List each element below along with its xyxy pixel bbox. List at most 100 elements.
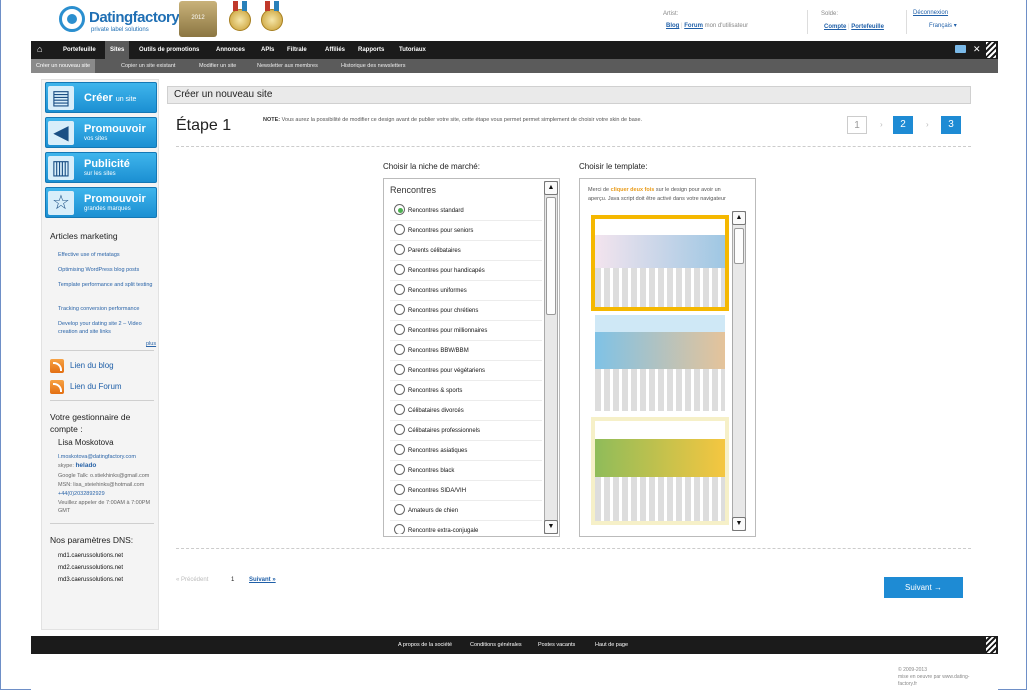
niche-option[interactable]: Rencontres black bbox=[390, 461, 542, 481]
niche-option[interactable]: Célibataires professionnels bbox=[390, 421, 542, 441]
niche-option[interactable]: Rencontres BBW/BBM bbox=[390, 341, 542, 361]
radio-button[interactable] bbox=[394, 204, 405, 215]
radio-button[interactable] bbox=[394, 524, 405, 534]
radio-button[interactable] bbox=[394, 384, 405, 395]
star-icon: ☆ bbox=[48, 191, 74, 215]
radio-button[interactable] bbox=[394, 244, 405, 255]
article-link[interactable]: Optimising WordPress blog posts bbox=[58, 266, 153, 274]
logout-link[interactable]: Déconnexion bbox=[913, 10, 948, 16]
blog-rss-link[interactable]: Lien du blog bbox=[70, 361, 114, 370]
niche-option[interactable]: Rencontres pour végétariens bbox=[390, 361, 542, 381]
radio-button[interactable] bbox=[394, 484, 405, 495]
niche-option[interactable]: Rencontres standard bbox=[390, 201, 542, 221]
compte-link[interactable]: Compte bbox=[824, 24, 846, 30]
article-link[interactable]: Template performance and split testing bbox=[58, 281, 153, 289]
blog-link[interactable]: Blog bbox=[666, 23, 679, 29]
step-3[interactable]: 3 bbox=[941, 116, 961, 134]
nav-item-sites[interactable]: Sites bbox=[105, 41, 130, 59]
subnav-item-newsletter-history[interactable]: Historique des newsletters bbox=[341, 59, 406, 73]
rss-icon bbox=[50, 380, 64, 394]
niche-option[interactable]: Rencontre extra-conjugale bbox=[390, 521, 542, 534]
article-link[interactable]: Develop your dating site 2 – Video creat… bbox=[58, 320, 153, 336]
scroll-up-icon[interactable]: ▲ bbox=[732, 211, 746, 225]
nav-item-affilies[interactable]: Affiliés bbox=[325, 41, 345, 59]
niche-option[interactable]: Rencontres pour chrétiens bbox=[390, 301, 542, 321]
radio-button[interactable] bbox=[394, 284, 405, 295]
subnav-item-newsletter[interactable]: Newsletter aux membres bbox=[257, 59, 318, 73]
nav-item-tutoriaux[interactable]: Tutoriaux bbox=[399, 41, 426, 59]
scroll-down-icon[interactable]: ▼ bbox=[732, 517, 746, 531]
next-button[interactable]: Suivant → bbox=[884, 577, 963, 598]
promote-brands-button[interactable]: ☆ Promouvoir grandes marques bbox=[45, 187, 157, 218]
step-2[interactable]: 2 bbox=[893, 116, 913, 134]
scroll-up-icon[interactable]: ▲ bbox=[544, 181, 558, 195]
niche-option[interactable]: Parents célibataires bbox=[390, 241, 542, 261]
radio-button[interactable] bbox=[394, 304, 405, 315]
scrollbar[interactable]: ▲ ▼ bbox=[732, 211, 746, 531]
subnav-item-create-site[interactable]: Créer un nouveau site bbox=[31, 59, 96, 73]
step-1[interactable]: 1 bbox=[847, 116, 867, 134]
radio-button[interactable] bbox=[394, 404, 405, 415]
logo[interactable]: Datingfactory private label solutions bbox=[59, 5, 180, 37]
more-articles-link[interactable]: plus bbox=[146, 340, 156, 348]
scrollbar[interactable]: ▲ ▼ bbox=[544, 181, 558, 534]
radio-button[interactable] bbox=[394, 224, 405, 235]
manager-email-link[interactable]: l.moskotova@datingfactory.com bbox=[58, 454, 136, 460]
next-link[interactable]: Suivant » bbox=[249, 577, 276, 583]
niche-option[interactable]: Rencontres & sports bbox=[390, 381, 542, 401]
niche-option[interactable]: Célibataires divorcés bbox=[390, 401, 542, 421]
home-icon[interactable]: ⌂ bbox=[37, 44, 49, 56]
radio-button[interactable] bbox=[394, 344, 405, 355]
footer-link-about[interactable]: A propos de la société bbox=[398, 636, 452, 654]
niche-option[interactable]: Rencontres pour handicapés bbox=[390, 261, 542, 281]
footer-link-jobs[interactable]: Postes vacants bbox=[538, 636, 575, 654]
template-option[interactable] bbox=[595, 315, 725, 411]
niche-label: Rencontres & sports bbox=[408, 388, 463, 394]
language-select[interactable]: Français ▾ bbox=[929, 22, 957, 29]
nav-item-apis[interactable]: APIs bbox=[261, 41, 274, 59]
footer-link-top[interactable]: Haut de page bbox=[595, 636, 628, 654]
nav-item-portefeuille[interactable]: Portefeuille bbox=[63, 41, 96, 59]
radio-button[interactable] bbox=[394, 264, 405, 275]
promote-sites-button[interactable]: ◀ Promouvoir vos sites bbox=[45, 117, 157, 148]
radio-button[interactable] bbox=[394, 324, 405, 335]
article-link[interactable]: Effective use of metatags bbox=[58, 251, 153, 259]
scroll-down-icon[interactable]: ▼ bbox=[544, 520, 558, 534]
niche-option[interactable]: Rencontres pour millionnaires bbox=[390, 321, 542, 341]
niche-option[interactable]: Rencontres asiatiques bbox=[390, 441, 542, 461]
scroll-thumb[interactable] bbox=[734, 228, 744, 264]
sidebar: ▤ Créer un site ◀ Promouvoir vos sites ▥… bbox=[41, 79, 159, 630]
radio-button[interactable] bbox=[394, 364, 405, 375]
forum-rss-link[interactable]: Lien du Forum bbox=[70, 382, 122, 391]
radio-button[interactable] bbox=[394, 424, 405, 435]
call-hours: Veuillez appeler de 7:00AM à 7:00PM GMT bbox=[58, 500, 151, 514]
nav-item-rapports[interactable]: Rapports bbox=[358, 41, 384, 59]
footer-link-terms[interactable]: Conditions générales bbox=[470, 636, 522, 654]
nav-item-outils[interactable]: Outils de promotions bbox=[139, 41, 199, 59]
radio-button[interactable] bbox=[394, 464, 405, 475]
close-icon[interactable]: ✕ bbox=[973, 44, 981, 55]
nav-item-annonces[interactable]: Annonces bbox=[216, 41, 245, 59]
niche-option[interactable]: Rencontres SIDA/VIH bbox=[390, 481, 542, 501]
create-site-button[interactable]: ▤ Créer un site bbox=[45, 82, 157, 113]
subnav-item-edit-site[interactable]: Modifier un site bbox=[199, 59, 236, 73]
niche-option[interactable]: Rencontres pour seniors bbox=[390, 221, 542, 241]
template-option-selected[interactable] bbox=[591, 215, 729, 311]
niche-option[interactable]: Rencontres uniformes bbox=[390, 281, 542, 301]
radio-button[interactable] bbox=[394, 444, 405, 455]
skype-link[interactable]: helado bbox=[75, 462, 96, 469]
template-listbox[interactable]: Merci de cliquer deux fois sur le design… bbox=[579, 178, 756, 537]
subnav-item-copy-site[interactable]: Copier un site existant bbox=[121, 59, 175, 73]
radio-button[interactable] bbox=[394, 504, 405, 515]
advertising-button[interactable]: ▥ Publicité sur les sites bbox=[45, 152, 157, 183]
mail-icon[interactable] bbox=[955, 45, 966, 53]
forum-link[interactable]: Forum bbox=[684, 23, 703, 29]
nav-item-filtrale[interactable]: Filtrale bbox=[287, 41, 307, 59]
niche-option[interactable]: Amateurs de chien bbox=[390, 501, 542, 521]
niche-listbox[interactable]: Rencontres Rencontres standard Rencontres… bbox=[383, 178, 560, 537]
article-link[interactable]: Tracking conversion performance bbox=[58, 305, 153, 313]
portefeuille-link[interactable]: Portefeuille bbox=[851, 24, 884, 30]
niche-label: Rencontres uniformes bbox=[408, 288, 467, 294]
template-option[interactable] bbox=[591, 417, 729, 525]
scroll-thumb[interactable] bbox=[546, 197, 556, 315]
